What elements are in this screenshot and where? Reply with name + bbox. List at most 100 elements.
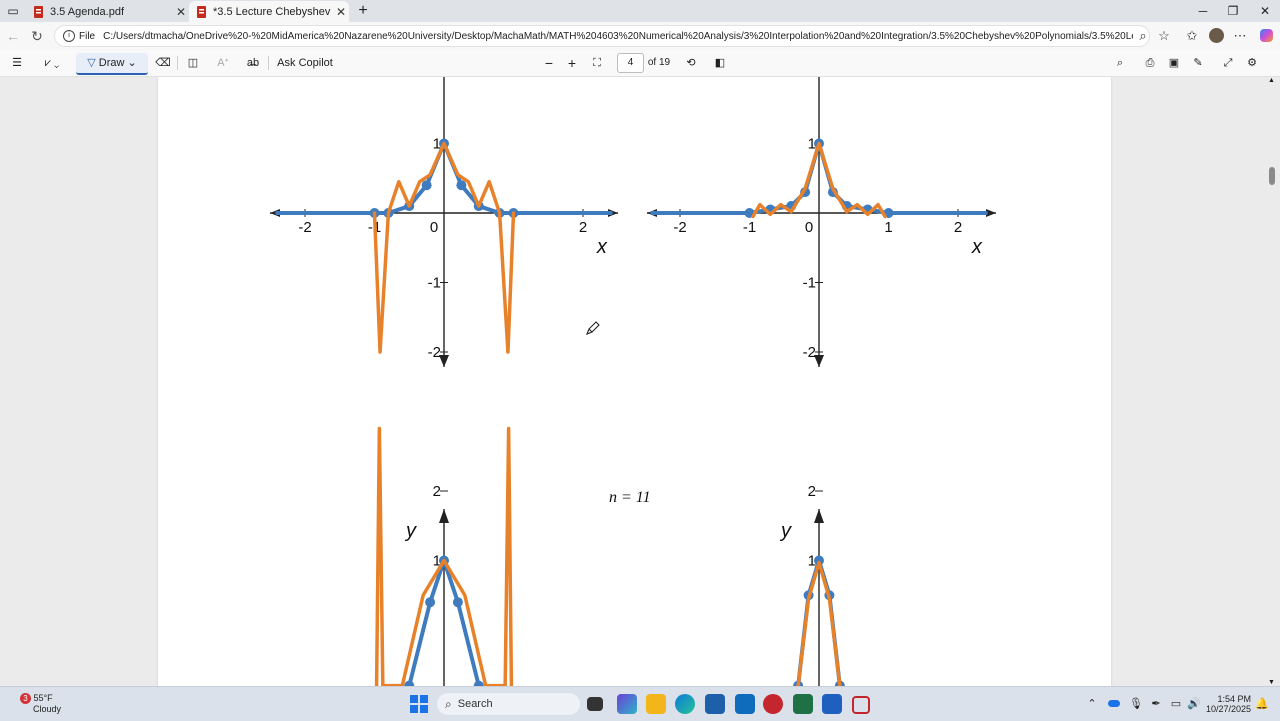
snipping-tool-icon[interactable] bbox=[852, 696, 870, 714]
more-icon[interactable]: ⋯ bbox=[1230, 26, 1250, 46]
pen-icon[interactable]: ✒ bbox=[1148, 696, 1164, 712]
draw-button[interactable]: ▽ Draw ⌄ bbox=[76, 53, 148, 75]
copilot-app-icon[interactable] bbox=[617, 694, 637, 714]
tab-actions-icon[interactable]: ▭ bbox=[2, 3, 24, 19]
start-windows-icon[interactable] bbox=[409, 694, 429, 714]
volume-icon[interactable]: 🔊 bbox=[1186, 696, 1202, 712]
weather-temp: 55°F bbox=[33, 693, 53, 703]
network-icon[interactable]: ▭ bbox=[1168, 696, 1184, 712]
url-text[interactable]: C:/Users/dtmacha/OneDrive%20-%20MidAmeri… bbox=[103, 31, 1133, 42]
restore-button[interactable]: ❐ bbox=[1220, 3, 1246, 19]
x-tick-label: -1 bbox=[743, 219, 756, 236]
favorite-star-icon[interactable]: ☆ bbox=[1154, 26, 1174, 46]
scrollbar-thumb[interactable] bbox=[1269, 167, 1275, 185]
taskbar-search[interactable]: ⌕ Search bbox=[437, 693, 580, 715]
calculator-icon[interactable] bbox=[705, 694, 725, 714]
close-icon[interactable]: ✕ bbox=[173, 5, 189, 19]
clock[interactable]: 1:54 PM 10/27/2025 bbox=[1205, 694, 1251, 714]
back-button[interactable]: ← bbox=[3, 26, 23, 46]
save-icon[interactable]: ▣ bbox=[1165, 53, 1183, 73]
draw-label: Draw bbox=[98, 57, 125, 69]
x-axis-label: x bbox=[596, 236, 608, 258]
minimize-button[interactable]: ─ bbox=[1190, 3, 1216, 19]
save-as-icon[interactable]: ✎ bbox=[1189, 53, 1207, 73]
clock-time: 1:54 PM bbox=[1217, 694, 1251, 704]
tab-label: 3.5 Agenda.pdf bbox=[50, 5, 125, 18]
print-icon[interactable]: ⎙ bbox=[1141, 53, 1159, 73]
file-explorer-icon[interactable] bbox=[646, 694, 666, 714]
search-icon: ⌕ bbox=[445, 696, 452, 711]
x-tick-label: -2 bbox=[673, 219, 686, 236]
info-icon: i bbox=[63, 30, 75, 42]
pdf-viewer[interactable]: -2 -1 0 2 1 -1 -2 x -2 -1 0 1 2 1 -1 -2 x 2 1 y 2 1 y n = 11 bbox=[0, 77, 1280, 686]
scroll-up-icon[interactable]: ▲ bbox=[1268, 77, 1275, 84]
page-total-label: of 19 bbox=[647, 57, 671, 68]
outlook-icon[interactable] bbox=[735, 694, 755, 714]
ask-copilot-button[interactable]: Ask Copilot bbox=[276, 53, 334, 73]
x-tick-label: 0 bbox=[430, 219, 438, 236]
tab-agenda[interactable]: 3.5 Agenda.pdf ✕ bbox=[26, 1, 189, 22]
pdf-file-icon bbox=[32, 5, 44, 18]
blue-data-point bbox=[452, 597, 463, 608]
onedrive-icon[interactable] bbox=[1106, 696, 1122, 712]
fit-page-icon[interactable]: ⛶ bbox=[588, 53, 606, 73]
x-tick-label: 0 bbox=[805, 219, 813, 236]
close-icon[interactable]: ✕ bbox=[333, 5, 349, 19]
blue-data-point bbox=[425, 597, 436, 608]
address-bar-row: ← ↻ i File C:/Users/dtmacha/OneDrive%20-%… bbox=[0, 22, 1280, 50]
pdf-toolbar: ☰ ⩗ ⌄ ▽ Draw ⌄ ⌫ ◫ Aᐩ a̶b Ask Copilot − … bbox=[0, 50, 1280, 77]
n-label: n = 11 bbox=[609, 489, 651, 506]
y-tick-label: -2 bbox=[803, 344, 816, 361]
weather-widget[interactable]: 3 55°F Cloudy bbox=[12, 693, 61, 715]
text-size-icon[interactable]: Aᐩ bbox=[214, 53, 232, 73]
pdf-page: -2 -1 0 2 1 -1 -2 x -2 -1 0 1 2 1 -1 -2 x 2 1 y 2 1 y n = 11 bbox=[158, 77, 1111, 686]
y-tick-label: 2 bbox=[433, 483, 441, 500]
zoom-icon[interactable]: ⌕ bbox=[1133, 26, 1153, 46]
tab-strip: ▭ 3.5 Agenda.pdf ✕ *3.5 Lecture Chebyshe… bbox=[0, 0, 1280, 22]
profile-avatar[interactable] bbox=[1206, 26, 1226, 46]
contents-icon[interactable]: ☰ bbox=[8, 53, 26, 73]
word-icon[interactable] bbox=[822, 694, 842, 714]
x-tick-label: 2 bbox=[579, 219, 587, 236]
new-tab-button[interactable]: + bbox=[350, 3, 376, 19]
zoom-in-button[interactable]: + bbox=[563, 53, 581, 73]
close-window-button[interactable]: ✕ bbox=[1252, 3, 1278, 19]
rotate-icon[interactable]: ⟲ bbox=[682, 53, 700, 73]
x-axis-label: x bbox=[971, 236, 983, 258]
pdf-app-icon[interactable] bbox=[763, 694, 783, 714]
page-plots: -2 -1 0 21-1-2x-2 -1 0 1 21-1-2x21y21y bbox=[270, 77, 996, 686]
y-axis-arrow-up bbox=[814, 509, 824, 523]
two-page-icon[interactable]: ◧ bbox=[711, 53, 729, 73]
scheme-label: File bbox=[79, 30, 96, 42]
taskbar: 3 55°F Cloudy ⌕ Search ⌃ 🎙 ✒ ▭ 🔊 1:54 PM … bbox=[0, 686, 1280, 721]
file-scheme-badge[interactable]: i File bbox=[63, 30, 95, 42]
x-tick-label: 1 bbox=[884, 219, 892, 236]
chevron-up-icon[interactable]: ⌃ bbox=[1084, 696, 1100, 712]
weather-badge: 3 bbox=[20, 693, 31, 704]
scrollbar[interactable]: ▲ ▼ bbox=[1268, 77, 1276, 686]
excel-icon[interactable] bbox=[793, 694, 813, 714]
read-aloud-icon[interactable]: a̶b bbox=[244, 53, 262, 73]
task-view-icon[interactable] bbox=[587, 697, 603, 711]
tab-lecture[interactable]: *3.5 Lecture Chebyshev Polynomia ✕ bbox=[189, 1, 349, 22]
favorites-icon[interactable]: ✩ bbox=[1182, 26, 1202, 46]
fullscreen-icon[interactable]: ⤢ bbox=[1219, 53, 1237, 73]
y-tick-label: -1 bbox=[428, 275, 441, 292]
search-icon[interactable]: ⌕ bbox=[1111, 53, 1129, 73]
settings-gear-icon[interactable]: ⚙ bbox=[1243, 53, 1261, 73]
search-label: Search bbox=[457, 698, 493, 710]
blue-data-point bbox=[456, 180, 467, 191]
refresh-button[interactable]: ↻ bbox=[27, 26, 47, 46]
notification-bell-icon[interactable]: 🔔 bbox=[1254, 696, 1270, 712]
copilot-icon[interactable] bbox=[1256, 26, 1276, 46]
x-tick-label: 2 bbox=[954, 219, 962, 236]
address-bar[interactable]: i File C:/Users/dtmacha/OneDrive%20-%20Mi… bbox=[54, 25, 1150, 47]
page-number-input[interactable]: 4 bbox=[617, 53, 644, 73]
scroll-down-icon[interactable]: ▼ bbox=[1268, 679, 1275, 686]
page-view-icon[interactable]: ◫ bbox=[184, 53, 202, 73]
zoom-out-button[interactable]: − bbox=[540, 53, 558, 73]
highlight-icon[interactable]: ⩗ ⌄ bbox=[37, 53, 67, 73]
edge-browser-icon[interactable] bbox=[675, 694, 695, 714]
microphone-icon[interactable]: 🎙 bbox=[1128, 696, 1144, 712]
eraser-icon[interactable]: ⌫ bbox=[154, 53, 172, 73]
